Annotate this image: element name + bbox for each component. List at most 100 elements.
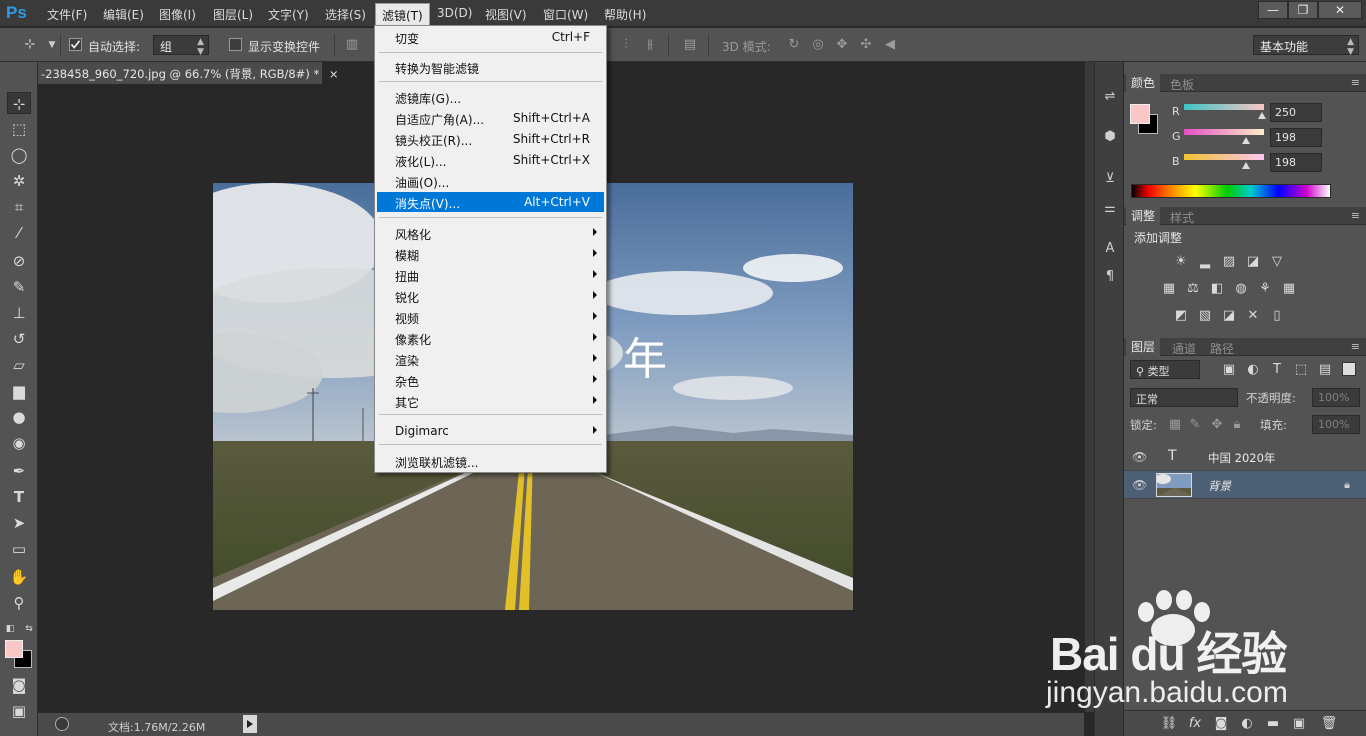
menu-3d[interactable]: 3D(D) — [437, 6, 472, 20]
menu-item-oil-paint[interactable]: 油画(O)... — [377, 171, 604, 191]
type-tool-icon[interactable]: T — [7, 486, 31, 508]
new-adjustment-icon[interactable]: ◐ — [1238, 716, 1256, 732]
channel-g-slider[interactable] — [1184, 129, 1264, 135]
hand-tool-icon[interactable]: ✋ — [7, 566, 31, 588]
filter-adjustment-icon[interactable]: ◐ — [1244, 362, 1262, 378]
filter-toggle[interactable] — [1342, 362, 1356, 376]
menu-edit[interactable]: 编辑(E) — [103, 6, 144, 23]
healing-brush-tool-icon[interactable]: ⊘ — [7, 250, 31, 272]
exposure-icon[interactable]: ◪ — [1244, 254, 1262, 270]
panel-menu-icon[interactable]: ≡ — [1351, 340, 1360, 353]
channel-r-slider[interactable] — [1184, 104, 1264, 110]
show-transform-checkbox[interactable] — [229, 38, 242, 51]
drag-3d-icon[interactable]: ✥ — [834, 37, 850, 53]
restore-button[interactable]: ❐ — [1288, 1, 1318, 19]
eyedropper-tool-icon[interactable]: ⁄ — [7, 222, 31, 244]
color-spectrum-bar[interactable] — [1131, 184, 1331, 198]
posterize-icon[interactable]: ▧ — [1196, 308, 1214, 324]
channel-g-knob[interactable] — [1242, 137, 1250, 144]
filter-shape-icon[interactable]: ⬚ — [1292, 362, 1310, 378]
tool-presets-icon[interactable]: ⚌ — [1101, 200, 1119, 218]
menu-item-blur[interactable]: 模糊 — [377, 244, 604, 264]
status-arrow-button[interactable] — [243, 715, 257, 733]
distribute-vertical-icon[interactable]: ⫶ — [618, 37, 634, 53]
menu-item-other[interactable]: 其它 — [377, 391, 604, 411]
panel-menu-icon[interactable]: ≡ — [1351, 76, 1360, 89]
brush-tool-icon[interactable]: ✎ — [7, 276, 31, 298]
move-tool-preset-icon[interactable]: ⊹ — [22, 37, 38, 53]
menu-item-browse-online[interactable]: 浏览联机滤镜... — [377, 451, 604, 471]
channel-r-knob[interactable] — [1258, 112, 1266, 119]
tab-color[interactable]: 颜色 — [1126, 74, 1161, 92]
menu-select[interactable]: 选择(S) — [325, 6, 366, 23]
menu-item-video[interactable]: 视频 — [377, 307, 604, 327]
tab-paths[interactable]: 路径 — [1210, 340, 1234, 357]
gradient-tool-icon[interactable]: ▆ — [7, 380, 31, 402]
filter-type-icon[interactable]: T — [1268, 362, 1286, 378]
layer-style-icon[interactable]: fx — [1186, 716, 1204, 732]
new-group-icon[interactable]: ▬ — [1264, 716, 1282, 732]
opacity-input[interactable]: 100% — [1312, 388, 1360, 407]
character-panel-icon[interactable]: A — [1101, 240, 1119, 258]
marquee-tool-icon[interactable]: ⬚ — [7, 118, 31, 140]
swap-colors-icon[interactable]: ⇆ — [22, 618, 36, 640]
quick-mask-icon[interactable]: ◙ — [7, 674, 31, 696]
channel-b-knob[interactable] — [1242, 162, 1250, 169]
3d-panel-icon[interactable]: ⬢ — [1101, 128, 1119, 146]
fill-input[interactable]: 100% — [1312, 415, 1360, 434]
channel-g-value[interactable]: 198 — [1270, 128, 1322, 147]
gradient-map-icon[interactable]: ▯ — [1268, 308, 1286, 324]
tab-layers[interactable]: 图层 — [1126, 338, 1161, 356]
history-panel-icon[interactable]: ⇌ — [1101, 88, 1119, 106]
blend-mode-dropdown[interactable]: 正常 — [1130, 388, 1238, 407]
layer-row[interactable]: 👁︎ 背景 🔒︎ — [1124, 471, 1366, 499]
tab-styles[interactable]: 样式 — [1170, 209, 1194, 226]
eye-icon[interactable]: 👁︎ — [1132, 450, 1147, 464]
curves-icon[interactable]: ▨ — [1220, 254, 1238, 270]
zoom-tool-icon[interactable]: ⚲ — [7, 592, 31, 614]
new-layer-icon[interactable]: ▣ — [1290, 716, 1308, 732]
menu-view[interactable]: 视图(V) — [485, 6, 527, 23]
document-tab[interactable]: -238458_960_720.jpg @ 66.7% (背景, RGB/8#)… — [38, 62, 339, 84]
layer-name[interactable]: 背景 — [1208, 478, 1231, 494]
menu-image[interactable]: 图像(I) — [159, 6, 196, 23]
close-tab-icon[interactable]: × — [329, 67, 339, 81]
brush-presets-icon[interactable]: ⊻ — [1101, 170, 1119, 188]
color-panel-foreground-swatch[interactable] — [1130, 104, 1150, 124]
auto-select-checkbox[interactable] — [69, 38, 82, 51]
crop-tool-icon[interactable]: ⌗ — [7, 196, 31, 218]
menu-item-filter-gallery[interactable]: 滤镜库(G)... — [377, 87, 604, 107]
color-balance-icon[interactable]: ⚖ — [1184, 281, 1202, 297]
rotate-3d-icon[interactable]: ↻ — [786, 37, 802, 53]
add-mask-icon[interactable]: ◙ — [1212, 716, 1230, 732]
menu-item-noise[interactable]: 杂色 — [377, 370, 604, 390]
menu-item-adaptive-wide-angle[interactable]: 自适应广角(A)... Shift+Ctrl+A — [377, 108, 604, 128]
menu-layer[interactable]: 图层(L) — [213, 6, 253, 23]
preset-dropdown-icon[interactable]: ▼ — [44, 37, 60, 53]
levels-icon[interactable]: ▂ — [1196, 254, 1214, 270]
invert-icon[interactable]: ◩ — [1172, 308, 1190, 324]
layer-name[interactable]: 中国 2020年 — [1208, 450, 1275, 466]
close-window-button[interactable]: ✕ — [1318, 1, 1362, 19]
default-colors-icon[interactable]: ◧ — [3, 618, 17, 640]
hue-saturation-icon[interactable]: ▦ — [1160, 281, 1178, 297]
pen-tool-icon[interactable]: ✒ — [7, 460, 31, 482]
delete-layer-icon[interactable]: 🗑︎ — [1320, 716, 1338, 732]
channel-b-slider[interactable] — [1184, 154, 1264, 160]
menu-item-stylize[interactable]: 风格化 — [377, 223, 604, 243]
brightness-icon[interactable]: ☀ — [1172, 254, 1190, 270]
menu-help[interactable]: 帮助(H) — [604, 6, 646, 23]
auto-select-dropdown[interactable]: 组 ▲ ▼ — [153, 35, 209, 57]
lock-position-icon[interactable]: ✥ — [1208, 417, 1226, 433]
vibrance-icon[interactable]: ▽ — [1268, 254, 1286, 270]
menu-file[interactable]: 文件(F) — [47, 6, 87, 23]
menu-type[interactable]: 文字(Y) — [268, 6, 309, 23]
lasso-tool-icon[interactable]: ◯ — [7, 144, 31, 166]
screen-mode-icon[interactable]: ▣ — [7, 700, 31, 722]
menu-item-distort[interactable]: 扭曲 — [377, 265, 604, 285]
menu-window[interactable]: 窗口(W) — [543, 6, 588, 23]
layer-filter-dropdown[interactable]: ⚲ 类型 — [1130, 360, 1200, 379]
auto-align-icon[interactable]: ▤ — [682, 37, 698, 53]
selective-color-icon[interactable]: ✕ — [1244, 308, 1262, 324]
roll-3d-icon[interactable]: ◎ — [810, 37, 826, 53]
